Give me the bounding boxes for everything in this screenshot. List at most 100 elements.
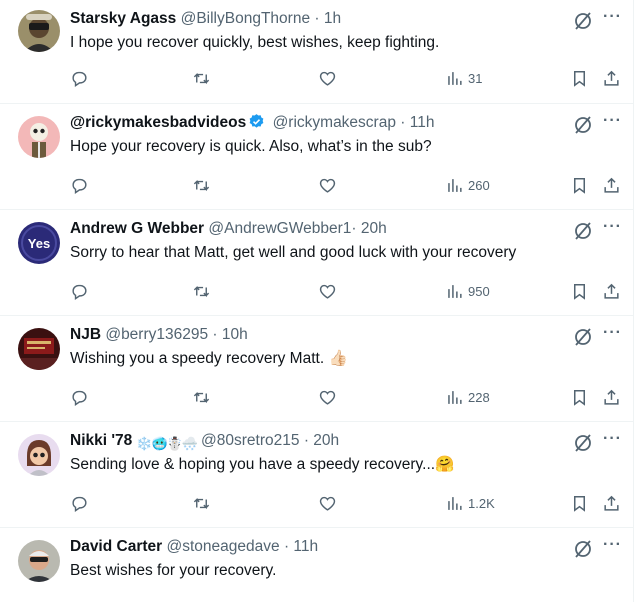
display-name[interactable]: Starsky Agass — [70, 10, 176, 27]
more-options-button[interactable]: ··· — [603, 8, 622, 26]
display-name[interactable]: @rickymakesbadvideos — [70, 114, 246, 131]
views-button[interactable]: 31 — [445, 67, 482, 89]
tweet[interactable]: Yes Andrew G Webber @AndrewGWebber1· 20h… — [0, 210, 634, 316]
more-options-button[interactable]: ··· — [603, 112, 622, 130]
grok-icon[interactable] — [572, 432, 594, 454]
handle[interactable]: @80sretro215 — [201, 432, 299, 449]
heart-icon — [319, 496, 336, 511]
reply-button[interactable] — [70, 280, 89, 302]
reply-button[interactable] — [70, 174, 89, 196]
views-count: 260 — [468, 177, 490, 193]
avatar[interactable] — [18, 116, 60, 158]
handle[interactable]: @rickymakescrap — [273, 114, 396, 131]
heart-icon — [319, 178, 336, 193]
reply-button[interactable] — [70, 492, 89, 514]
share-button[interactable] — [602, 386, 621, 408]
grok-icon[interactable] — [572, 220, 594, 242]
avatar[interactable] — [18, 540, 60, 582]
retweet-button[interactable] — [192, 174, 211, 196]
tweet[interactable]: Nikki '78 ❄️🥶☃️🌨️ @80sretro215 · 20h Sendi… — [0, 422, 634, 528]
bookmark-button[interactable] — [570, 280, 589, 302]
avatar[interactable]: Yes — [18, 222, 60, 264]
handle[interactable]: @berry136295 — [105, 326, 208, 343]
like-button[interactable] — [318, 492, 337, 514]
timestamp[interactable]: 20h — [361, 220, 387, 237]
tweet[interactable]: Starsky Agass @BillyBongThorne · 1h I ho… — [0, 0, 634, 104]
like-button[interactable] — [318, 67, 337, 89]
heart-icon — [319, 71, 336, 86]
tweet-header: @rickymakesbadvideos @rickymakescrap · 1… — [70, 112, 564, 134]
action-bar: 228 — [70, 386, 624, 408]
share-icon — [604, 283, 619, 299]
share-button[interactable] — [602, 174, 621, 196]
views-count: 228 — [468, 389, 490, 405]
retweet-button[interactable] — [192, 386, 211, 408]
tweet-text: Sorry to hear that Matt, get well and go… — [70, 244, 517, 261]
retweet-icon — [193, 179, 210, 191]
grok-icon[interactable] — [572, 538, 594, 560]
reply-icon — [72, 390, 87, 406]
grok-icon[interactable] — [572, 10, 594, 32]
retweet-button[interactable] — [192, 280, 211, 302]
timestamp[interactable]: 11h — [410, 114, 435, 131]
bookmark-button[interactable] — [570, 174, 589, 196]
tweet[interactable]: @rickymakesbadvideos @rickymakescrap · 1… — [0, 104, 634, 210]
bookmark-button[interactable] — [570, 386, 589, 408]
tweet-header: Nikki '78 ❄️🥶☃️🌨️ @80sretro215 · 20h — [70, 430, 564, 455]
bookmark-icon — [573, 283, 586, 300]
tweet[interactable]: NJB @berry136295 · 10h Wishing you a spe… — [0, 316, 634, 422]
retweet-button[interactable] — [192, 492, 211, 514]
bookmark-icon — [573, 177, 586, 194]
share-icon — [604, 389, 619, 405]
like-button[interactable] — [318, 174, 337, 196]
grok-icon[interactable] — [572, 326, 594, 348]
timestamp[interactable]: 10h — [222, 326, 248, 343]
avatar[interactable] — [18, 10, 60, 52]
heart-icon — [319, 390, 336, 405]
views-button[interactable]: 1.2K — [445, 492, 495, 514]
handle[interactable]: @BillyBongThorne — [181, 10, 310, 27]
reply-icon — [72, 496, 87, 512]
avatar[interactable] — [18, 328, 60, 370]
timestamp[interactable]: 11h — [293, 538, 318, 555]
share-button[interactable] — [602, 67, 621, 89]
tweet-header: Andrew G Webber @AndrewGWebber1· 20h — [70, 218, 564, 240]
reply-button[interactable] — [70, 386, 89, 408]
avatar[interactable] — [18, 434, 60, 476]
separator: · — [212, 326, 218, 343]
views-button[interactable]: 228 — [445, 386, 490, 408]
share-icon — [604, 177, 619, 193]
bookmark-button[interactable] — [570, 67, 589, 89]
retweet-icon — [193, 72, 210, 84]
like-button[interactable] — [318, 386, 337, 408]
more-options-button[interactable]: ··· — [603, 536, 622, 554]
handle[interactable]: @stoneagedave — [167, 538, 280, 555]
reply-icon — [72, 71, 87, 87]
reply-icon — [72, 178, 87, 194]
bookmark-button[interactable] — [570, 492, 589, 514]
display-name[interactable]: Andrew G Webber — [70, 220, 204, 237]
share-button[interactable] — [602, 280, 621, 302]
timestamp[interactable]: 20h — [313, 432, 339, 449]
more-options-button[interactable]: ··· — [603, 430, 622, 448]
action-bar: 31 — [70, 67, 624, 89]
more-options-button[interactable]: ··· — [603, 218, 622, 236]
retweet-icon — [193, 497, 210, 509]
display-name[interactable]: Nikki '78 — [70, 432, 132, 449]
views-button[interactable]: 260 — [445, 174, 490, 196]
reply-button[interactable] — [70, 67, 89, 89]
retweet-button[interactable] — [192, 67, 211, 89]
display-name[interactable]: David Carter — [70, 538, 162, 555]
share-button[interactable] — [602, 492, 621, 514]
timestamp[interactable]: 1h — [324, 10, 341, 27]
heart-icon — [319, 284, 336, 299]
more-options-button[interactable]: ··· — [603, 324, 622, 342]
views-button[interactable]: 950 — [445, 280, 490, 302]
handle[interactable]: @AndrewGWebber1 — [208, 220, 351, 237]
display-name[interactable]: NJB — [70, 326, 101, 343]
tweet[interactable]: David Carter @stoneagedave · 11h Best wi… — [0, 528, 634, 602]
action-bar: 260 — [70, 174, 624, 196]
grok-icon[interactable] — [572, 114, 594, 136]
separator: · — [351, 220, 357, 237]
like-button[interactable] — [318, 280, 337, 302]
